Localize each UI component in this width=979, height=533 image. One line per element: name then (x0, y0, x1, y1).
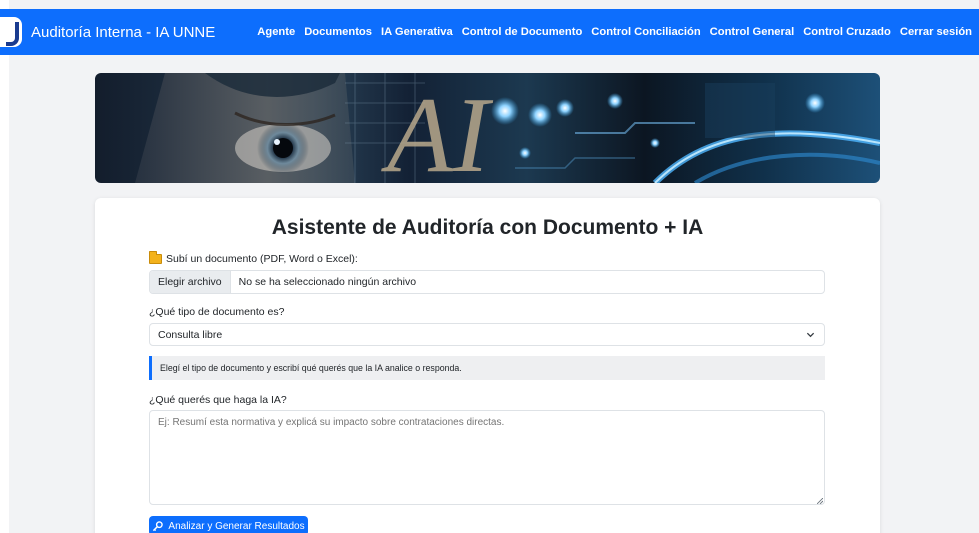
nav-link-control-documento[interactable]: Control de Documento (462, 26, 583, 38)
resize-handle-icon[interactable] (817, 498, 823, 504)
file-input[interactable]: Elegir archivo No se ha seleccionado nin… (149, 270, 825, 294)
nav-links: Agente Documentos IA Generativa Control … (257, 9, 979, 55)
nav-link-control-cruzado[interactable]: Control Cruzado (803, 26, 891, 38)
page-title: Asistente de Auditoría con Documento + I… (271, 216, 704, 239)
document-type-select[interactable]: Consulta libre (149, 323, 825, 346)
nav-link-documentos[interactable]: Documentos (304, 26, 372, 38)
document-type-value: Consulta libre (158, 328, 223, 341)
folder-icon (149, 251, 162, 264)
prompt-label: ¿Qué querés que haga la IA? (149, 394, 287, 406)
nav-link-agente[interactable]: Agente (257, 26, 295, 38)
key-icon (153, 520, 164, 531)
banner-artwork: AI (135, 73, 880, 183)
ai-banner-image: AI (95, 73, 880, 183)
upload-label-text: Subí un documento (PDF, Word o Excel): (166, 253, 358, 265)
unne-logo-icon (0, 17, 22, 47)
analyze-button-label: Analizar y Generar Resultados (168, 520, 305, 532)
nav-link-cerrar-sesion[interactable]: Cerrar sesión (900, 26, 972, 38)
document-type-label: ¿Qué tipo de documento es? (149, 306, 285, 318)
brand[interactable]: Auditoría Interna - IA UNNE (0, 9, 215, 55)
upload-label: Subí un documento (PDF, Word o Excel): (149, 251, 358, 265)
info-alert: Elegí el tipo de documento y escribí qué… (149, 356, 825, 380)
audit-form-card: Asistente de Auditoría con Documento + I… (95, 198, 880, 533)
nav-link-ia-generativa[interactable]: IA Generativa (381, 26, 453, 38)
nav-link-control-general[interactable]: Control General (710, 26, 795, 38)
choose-file-button[interactable]: Elegir archivo (150, 271, 231, 293)
left-edge (0, 0, 9, 533)
brand-title: Auditoría Interna - IA UNNE (31, 23, 216, 41)
analyze-button[interactable]: Analizar y Generar Resultados (149, 516, 308, 533)
banner-ai-text: AI (381, 76, 494, 183)
file-status: No se ha seleccionado ningún archivo (238, 276, 417, 288)
nav-link-control-conciliacion[interactable]: Control Conciliación (591, 26, 700, 38)
navbar: Auditoría Interna - IA UNNE Agente Docum… (0, 9, 979, 55)
prompt-textarea[interactable] (149, 410, 825, 505)
chevron-down-icon (806, 332, 815, 338)
